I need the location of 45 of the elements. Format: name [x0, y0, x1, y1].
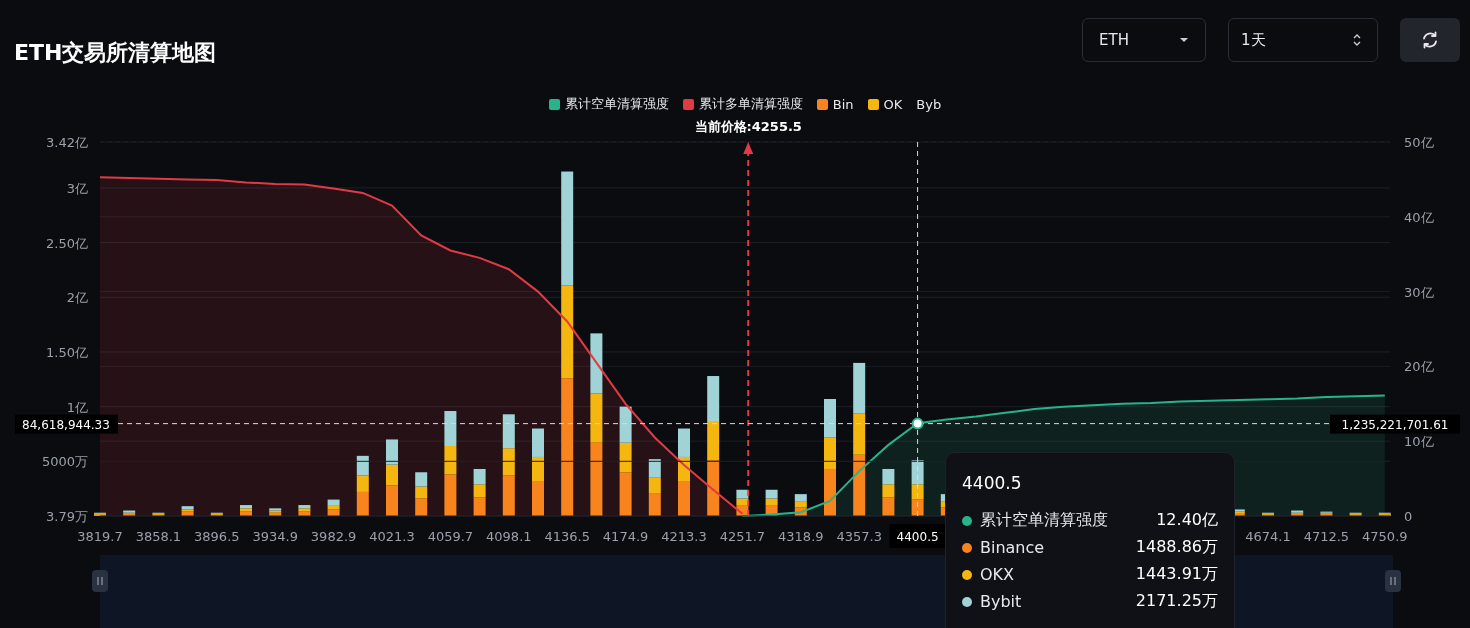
y-axis-label: 50亿 — [1404, 135, 1434, 150]
page-title: ETH交易所清算地图 — [14, 39, 217, 67]
y-axis-label: 0 — [1404, 509, 1413, 524]
current-price-label: 当前价格:4255.5 — [694, 119, 802, 134]
tooltip-title: 4400.5 — [962, 473, 1023, 493]
x-axis-label: 4098.1 — [486, 529, 532, 544]
crosshair-label: 84,618,944.33 — [15, 414, 118, 434]
series-name: Bybit — [980, 592, 1023, 611]
y-axis-label: 30亿 — [1404, 284, 1434, 300]
series-value: 12.40亿 — [1156, 510, 1218, 531]
x-axis-label: 3819.7 — [77, 529, 123, 544]
series-name: Binance — [980, 538, 1046, 557]
x-axis-label: 3934.9 — [252, 529, 298, 544]
y-axis-label: 20亿 — [1404, 359, 1434, 375]
crosshair-label: 4400.5 — [889, 524, 946, 548]
x-axis-label: 4059.7 — [427, 529, 474, 544]
x-axis-label: 4213.3 — [661, 529, 707, 544]
x-axis-label: 4021.3 — [369, 529, 415, 544]
y-axis-label: 2.50亿 — [46, 235, 88, 251]
x-axis-label: 4251.7 — [719, 529, 766, 544]
series-name: 累计空单清算强度 — [980, 510, 1109, 531]
x-axis-label: 4712.5 — [1303, 529, 1350, 544]
series-value: 1443.91万 — [1135, 564, 1218, 585]
series-value: 1488.86万 — [1135, 537, 1218, 558]
y-axis-label: 3.79万 — [46, 509, 88, 524]
x-axis-label: 4174.9 — [602, 529, 649, 544]
x-axis-label: 3896.5 — [194, 529, 240, 544]
x-axis-label: 3982.9 — [310, 529, 357, 544]
y-axis-label: 10亿 — [1404, 434, 1434, 450]
x-axis-label: 4318.9 — [778, 529, 824, 544]
y-axis-label: 3.42亿 — [46, 135, 88, 150]
x-axis-label: 3858.1 — [135, 529, 182, 544]
x-axis-label: 4136.5 — [544, 529, 590, 544]
x-axis-label: 4750.9 — [1362, 529, 1408, 544]
y-axis-label: 3亿 — [66, 180, 88, 196]
y-axis-label: 40亿 — [1404, 209, 1434, 225]
y-axis-label: 2亿 — [66, 290, 88, 306]
x-axis-label: 4674.1 — [1245, 529, 1291, 544]
crosshair-label: 1,235,221,701.61 — [1330, 414, 1460, 434]
y-axis-label: 5000万 — [41, 454, 88, 470]
series-name: OKX — [980, 565, 1016, 584]
y-axis-label: 1亿 — [66, 399, 88, 415]
series-value: 2171.25万 — [1135, 591, 1218, 612]
y-axis-label: 1.50亿 — [46, 344, 88, 360]
x-axis-label: 4357.3 — [836, 529, 882, 544]
